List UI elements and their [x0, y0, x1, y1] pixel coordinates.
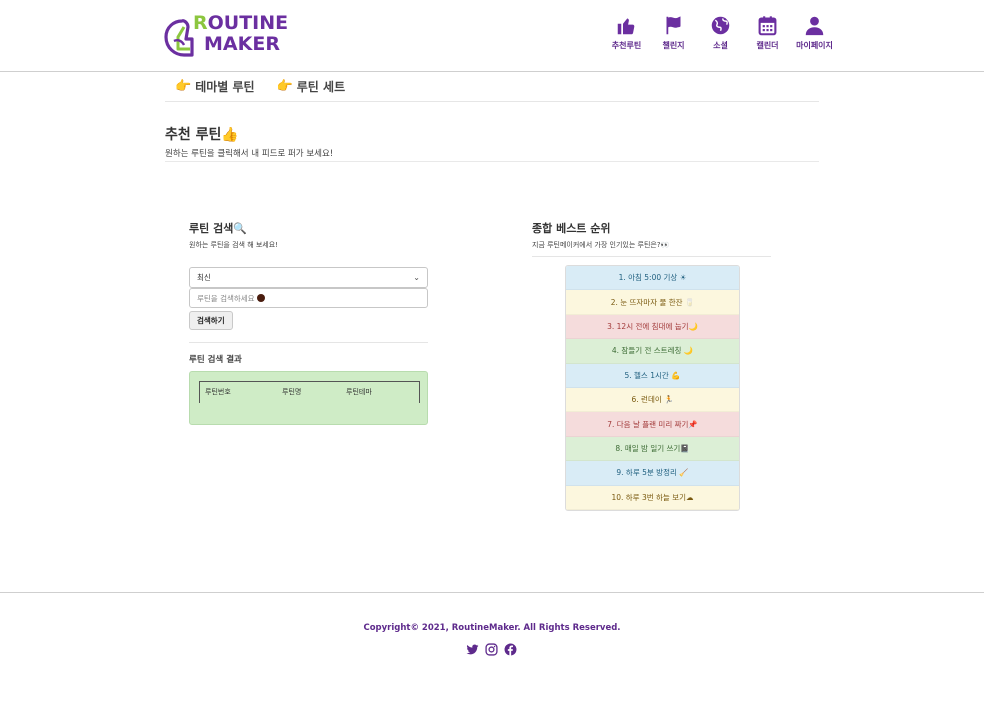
footer-divider — [0, 592, 984, 593]
emoji-icon — [256, 294, 265, 302]
col-routine-name: 루틴명 — [282, 388, 302, 396]
col-routine-theme: 루틴테마 — [346, 388, 372, 396]
copyright: Copyright© 2021, RoutineMaker. All Right… — [363, 623, 621, 633]
ranking-item[interactable]: 6. 런데이 🏃 — [566, 387, 739, 413]
ranking-item[interactable]: 9. 하루 5분 방정리 🧹 — [566, 461, 739, 486]
search-result-box: 루틴번호 루틴명 루틴테마 — [189, 371, 428, 425]
header: ROUTINE MAKER 추천루틴 챌린지 소셜 캘린더 마이페이지 — [0, 0, 984, 72]
user-icon — [805, 16, 824, 36]
nav-calendar[interactable]: 캘린더 — [744, 15, 791, 51]
nav-mypage-label: 마이페이지 — [796, 41, 833, 50]
ranking-item[interactable]: 3. 12시 전에 침대에 눕기🌙 — [566, 314, 739, 340]
thumbs-up-icon — [617, 18, 635, 35]
ranking-subtitle: 지금 루틴메이커에서 가장 인기있는 루틴은?👀 — [532, 241, 670, 249]
subnav-routine-set[interactable]: 👉 루틴 세트 — [277, 78, 346, 95]
result-table-header: 루틴번호 루틴명 루틴테마 — [199, 381, 420, 403]
logo[interactable]: ROUTINE MAKER — [162, 13, 288, 59]
twitter-icon[interactable] — [466, 641, 479, 655]
subnav-theme-routine-label: 테마별 루틴 — [195, 80, 255, 94]
ranking-item[interactable]: 4. 잠들기 전 스트레칭 🌙 — [566, 339, 739, 364]
ranking-item[interactable]: 10. 하루 3번 하늘 보기☁ — [566, 485, 739, 510]
ranking-item[interactable]: 2. 눈 뜨자마자 물 한잔 🥛 — [566, 290, 739, 315]
logo-text: ROUTINE MAKER — [193, 12, 289, 55]
search-input[interactable]: 루틴을 검색하세요 — [189, 288, 428, 308]
search-button[interactable]: 검색하기 — [189, 311, 233, 330]
search-input-placeholder: 루틴을 검색하세요 — [197, 293, 255, 303]
ranking-header: 종합 베스트 순위 지금 루틴메이커에서 가장 인기있는 루틴은?👀 — [532, 220, 771, 257]
sort-select-value: 최신 — [197, 273, 211, 282]
nav-social[interactable]: 소셜 — [697, 15, 744, 51]
page-subtitle: 원하는 루틴을 클릭해서 내 피드로 퍼가 보세요! — [165, 149, 334, 159]
facebook-icon[interactable] — [504, 641, 517, 656]
nav-challenge[interactable]: 챌린지 — [650, 15, 697, 51]
search-title: 루틴 검색🔍 — [189, 222, 248, 235]
pointing-hand-icon: 👉 — [276, 79, 293, 94]
ranking-item[interactable]: 7. 다음 날 플랜 미리 짜기📌 — [566, 412, 739, 437]
search-result-title: 루틴 검색 결과 — [189, 355, 242, 365]
chevron-down-icon: ⌄ — [413, 273, 420, 282]
ranking-item[interactable]: 8. 매일 밤 일기 쓰기📓 — [566, 436, 739, 462]
ranking-item[interactable]: 1. 아침 5:00 기상 ☀ — [566, 266, 739, 291]
ranking-list: 1. 아침 5:00 기상 ☀ 2. 눈 뜨자마자 물 한잔 🥛 3. 12시 전에… — [565, 265, 740, 511]
pointing-hand-icon: 👉 — [175, 79, 192, 94]
subnav-theme-routine[interactable]: 👉 테마별 루틴 — [175, 78, 255, 95]
ranking-panel: 종합 베스트 순위 지금 루틴메이커에서 가장 인기있는 루틴은?👀 1. 아침… — [532, 220, 771, 511]
divider — [189, 342, 428, 343]
nav-calendar-label: 캘린더 — [756, 41, 779, 50]
nav-mypage[interactable]: 마이페이지 — [791, 15, 838, 51]
sort-select[interactable]: 최신 ⌄ — [189, 267, 428, 288]
social-links — [466, 641, 523, 656]
globe-icon — [711, 16, 730, 35]
calendar-icon — [758, 16, 777, 36]
flag-icon — [666, 16, 681, 35]
search-panel: 루틴 검색🔍 원하는 루틴을 검색 해 보세요! 최신 ⌄ 루틴을 검색하세요 … — [189, 220, 428, 425]
nav-recommend-label: 추천루틴 — [611, 41, 642, 50]
nav-challenge-label: 챌린지 — [662, 41, 685, 50]
main-nav: 추천루틴 챌린지 소셜 캘린더 마이페이지 — [603, 15, 838, 51]
nav-social-label: 소셜 — [713, 41, 728, 50]
sub-nav: 👉 테마별 루틴 👉 루틴 세트 — [165, 72, 819, 102]
col-routine-number: 루틴번호 — [205, 388, 231, 396]
search-subtitle: 원하는 루틴을 검색 해 보세요! — [189, 241, 278, 249]
page-title: 추천 루틴👍 — [165, 127, 239, 143]
ranking-title: 종합 베스트 순위 — [532, 222, 611, 235]
nav-recommend[interactable]: 추천루틴 — [603, 15, 650, 51]
subnav-routine-set-label: 루틴 세트 — [296, 80, 346, 94]
ranking-item[interactable]: 5. 헬스 1시간 💪 — [566, 363, 739, 388]
page-header: 추천 루틴👍 원하는 루틴을 클릭해서 내 피드로 퍼가 보세요! — [165, 124, 819, 162]
instagram-icon[interactable] — [485, 641, 498, 656]
